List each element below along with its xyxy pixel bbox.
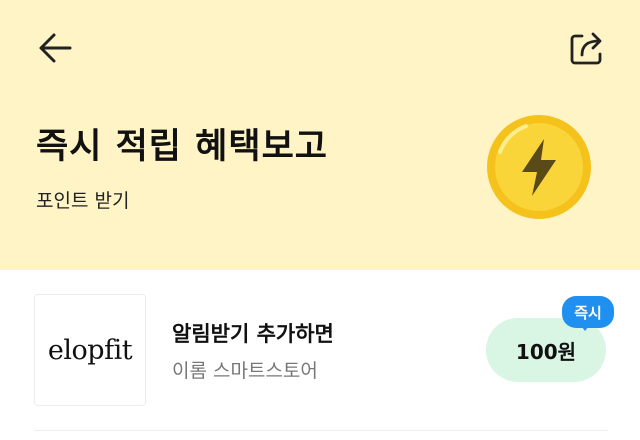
instant-badge: 즉시 <box>562 296 614 328</box>
item-title: 알림받기 추가하면 <box>172 322 334 346</box>
share-icon <box>570 32 602 65</box>
store-logo: elopfit <box>34 294 146 406</box>
logo-text: elopfit <box>47 334 133 366</box>
hero-banner: 즉시 적립 혜택보고 포인트 받기 <box>0 0 640 270</box>
back-button[interactable] <box>34 28 78 72</box>
page-subtitle: 포인트 받기 <box>36 190 130 212</box>
reward-amount: 100원 <box>515 339 577 364</box>
arrow-left-icon <box>39 33 72 63</box>
lightning-coin-icon <box>486 114 592 220</box>
list-item[interactable]: elopfit 알림받기 추가하면 이롬 스마트스토어 100원 즉시 <box>0 270 640 430</box>
store-name: 이롬 스마트스토어 <box>172 360 318 382</box>
share-button[interactable] <box>566 28 608 70</box>
page-title: 즉시 적립 혜택보고 <box>36 127 328 167</box>
divider <box>34 430 608 431</box>
